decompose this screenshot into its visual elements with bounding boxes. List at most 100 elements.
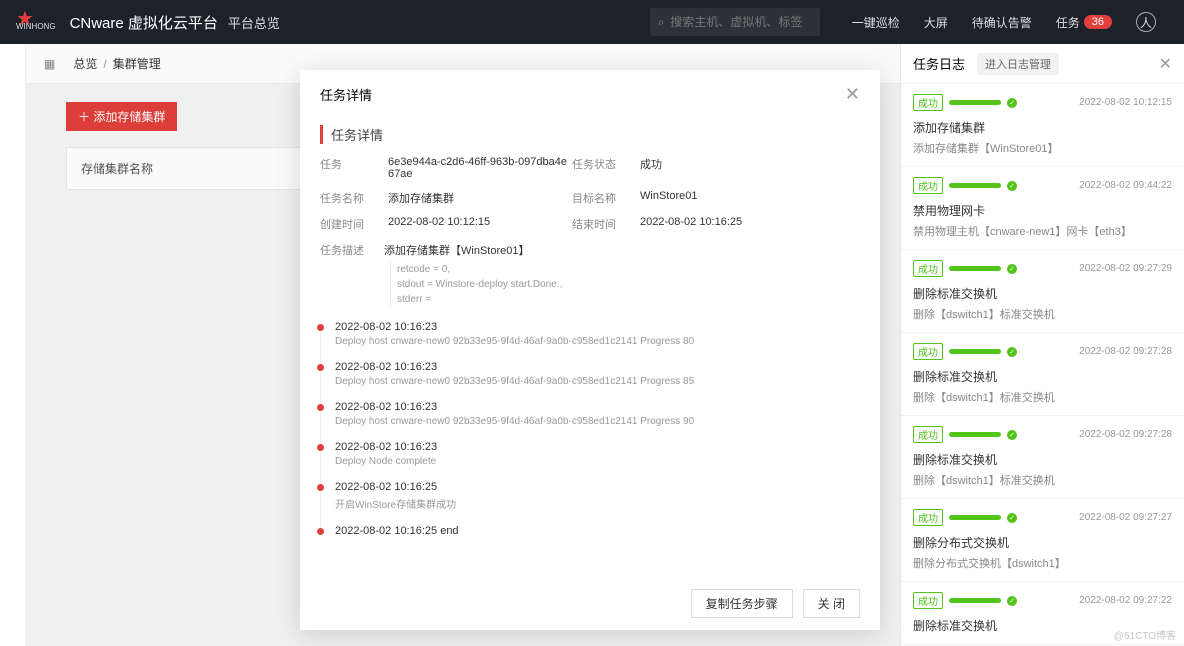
task-item-time: 2022-08-02 09:27:22 (1079, 595, 1172, 606)
status-badge-success: 成功 (913, 592, 943, 609)
task-detail-modal: 任务详情 ✕ 任务详情 任务 6e3e944a-c2d6-46ff-963b-0… (300, 70, 880, 630)
modal-section-title: 任务详情 (320, 125, 860, 144)
task-panel-title: 任务日志 (913, 54, 965, 73)
label-status: 任务状态 (572, 156, 636, 180)
task-item-time: 2022-08-02 09:27:28 (1079, 346, 1172, 357)
logo: ★ WINHONG (16, 14, 56, 31)
task-log-panel: 任务日志 进入日志管理 ✕ 成功 ✓ 2022-08-02 10:12:15 添加存储… (900, 44, 1184, 646)
nav-tasks-label: 任务 (1056, 14, 1080, 31)
label-name: 任务名称 (320, 190, 384, 206)
progress-bar (949, 349, 1001, 354)
log-time: 2022-08-02 10:16:23 (335, 321, 860, 333)
user-avatar-icon[interactable]: 人 (1136, 12, 1156, 32)
task-item-title: 添加存储集群 (913, 119, 1172, 136)
logo-star-icon: ★ WINHONG (16, 14, 56, 31)
header-nav: 一键巡检 大屏 待确认告警 任务 36 人 (840, 12, 1168, 32)
status-badge-success: 成功 (913, 343, 943, 360)
check-icon: ✓ (1007, 98, 1017, 108)
modal-title: 任务详情 (320, 85, 372, 104)
check-icon: ✓ (1007, 181, 1017, 191)
check-icon: ✓ (1007, 347, 1017, 357)
nav-inspect[interactable]: 一键巡检 (852, 14, 900, 31)
label-ended: 结束时间 (572, 216, 636, 232)
log-message: Deploy host cnware-new0 92b33e95-9f4d-46… (335, 416, 860, 427)
value-desc: 添加存储集群【WinStore01】 (384, 242, 529, 258)
check-icon: ✓ (1007, 264, 1017, 274)
log-message: Deploy host cnware-new0 92b33e95-9f4d-46… (335, 376, 860, 387)
log-item: 2022-08-02 10:16:23 Deploy host cnware-ne… (320, 357, 860, 397)
check-icon: ✓ (1007, 430, 1017, 440)
task-item-time: 2022-08-02 09:44:22 (1079, 180, 1172, 191)
log-item: 2022-08-02 10:16:25 开启WinStore存储集群成功 (320, 477, 860, 521)
log-message: Deploy Node complete (335, 456, 860, 467)
enter-log-manage-button[interactable]: 进入日志管理 (977, 53, 1059, 75)
value-name: 添加存储集群 (388, 190, 568, 206)
progress-bar (949, 515, 1001, 520)
task-item-desc: 删除【dswitch1】标准交换机 (913, 389, 1172, 405)
task-log-list[interactable]: 成功 ✓ 2022-08-02 10:12:15 添加存储集群添加存储集群【WinSt… (901, 84, 1184, 646)
check-icon: ✓ (1007, 596, 1017, 606)
label-task: 任务 (320, 156, 384, 180)
task-log-item[interactable]: 成功 ✓ 2022-08-02 10:12:15 添加存储集群添加存储集群【WinSt… (901, 84, 1184, 167)
label-target: 目标名称 (572, 190, 636, 206)
progress-bar (949, 432, 1001, 437)
task-desc-row: 任务描述 添加存储集群【WinStore01】 (320, 242, 860, 258)
value-target: WinStore01 (640, 190, 860, 206)
log-time: 2022-08-02 10:16:23 (335, 401, 860, 413)
task-item-title: 删除标准交换机 (913, 285, 1172, 302)
log-item: 2022-08-02 10:16:25 end (320, 521, 860, 547)
status-badge-success: 成功 (913, 509, 943, 526)
header-section: 平台总览 (228, 13, 280, 32)
value-created: 2022-08-02 10:12:15 (388, 216, 568, 232)
task-log-item[interactable]: 成功✓2022-08-02 09:27:27删除分布式交换机删除分布式交换机【d… (901, 499, 1184, 582)
status-badge-success: 成功 (913, 177, 943, 194)
task-item-desc: 删除【dswitch1】标准交换机 (913, 306, 1172, 322)
task-log-item[interactable]: 成功✓2022-08-02 09:27:29删除标准交换机删除【dswitch1… (901, 250, 1184, 333)
copy-steps-button[interactable]: 复制任务步骤 (691, 589, 793, 618)
label-desc: 任务描述 (320, 242, 384, 258)
status-badge-success: 成功 (913, 426, 943, 443)
log-message: 开启WinStore存储集群成功 (335, 496, 860, 511)
log-time: 2022-08-02 10:16:23 (335, 361, 860, 373)
log-time: 2022-08-02 10:16:25 (335, 481, 860, 493)
global-search[interactable]: ⌕ (650, 8, 820, 36)
task-log-item[interactable]: 成功✓2022-08-02 09:27:28删除标准交换机删除【dswitch1… (901, 333, 1184, 416)
log-message: Deploy host cnware-new0 92b33e95-9f4d-46… (335, 336, 860, 347)
task-stdout: retcode = 0,stdout = Winstore-deploy sta… (390, 262, 860, 307)
close-button[interactable]: 关 闭 (803, 589, 860, 618)
nav-bigscreen[interactable]: 大屏 (924, 14, 948, 31)
task-item-desc: 添加存储集群【WinStore01】 (913, 140, 1172, 156)
brand-title: CNware 虚拟化云平台 (70, 12, 218, 33)
log-item: 2022-08-02 10:16:23 Deploy host cnware-ne… (320, 397, 860, 437)
status-badge-success: 成功 (913, 94, 943, 111)
modal-body: 任务详情 任务 6e3e944a-c2d6-46ff-963b-097dba4e… (300, 119, 880, 577)
log-item: 2022-08-02 10:16:23 Deploy host cnware-ne… (320, 317, 860, 357)
task-item-title: 删除分布式交换机 (913, 534, 1172, 551)
log-time: 2022-08-02 10:16:23 (335, 441, 860, 453)
nav-pending-alarm[interactable]: 待确认告警 (972, 14, 1032, 31)
left-rail (0, 44, 26, 646)
check-icon: ✓ (1007, 513, 1017, 523)
task-panel-header: 任务日志 进入日志管理 ✕ (901, 44, 1184, 84)
task-item-title: 禁用物理网卡 (913, 202, 1172, 219)
log-item: 2022-08-02 10:16:23 Deploy Node complete (320, 437, 860, 477)
task-item-time: 2022-08-02 10:12:15 (1079, 97, 1172, 108)
search-icon: ⌕ (658, 15, 665, 30)
task-log-item[interactable]: 成功✓2022-08-02 09:44:22禁用物理网卡禁用物理主机【cnwar… (901, 167, 1184, 250)
task-progress-log: 2022-08-02 10:16:23 Deploy host cnware-ne… (320, 317, 860, 547)
task-log-item[interactable]: 成功✓2022-08-02 09:27:28删除标准交换机删除【dswitch1… (901, 416, 1184, 499)
modal-footer: 复制任务步骤 关 闭 (300, 577, 880, 630)
value-task-id: 6e3e944a-c2d6-46ff-963b-097dba4e67ae (388, 156, 568, 180)
watermark: @51CTO博客 (1114, 627, 1176, 642)
app-header: ★ WINHONG CNware 虚拟化云平台 平台总览 ⌕ 一键巡检 大屏 待… (0, 0, 1184, 44)
task-item-time: 2022-08-02 09:27:28 (1079, 429, 1172, 440)
task-info-grid: 任务 6e3e944a-c2d6-46ff-963b-097dba4e67ae … (320, 156, 860, 232)
nav-tasks[interactable]: 任务 36 (1056, 14, 1112, 31)
progress-bar (949, 598, 1001, 603)
modal-header: 任务详情 ✕ (300, 70, 880, 119)
task-panel-close-icon[interactable]: ✕ (1159, 54, 1172, 74)
search-input[interactable] (670, 15, 825, 29)
modal-close-icon[interactable]: ✕ (845, 84, 860, 105)
task-item-title: 删除标准交换机 (913, 451, 1172, 468)
task-item-time: 2022-08-02 09:27:27 (1079, 512, 1172, 523)
